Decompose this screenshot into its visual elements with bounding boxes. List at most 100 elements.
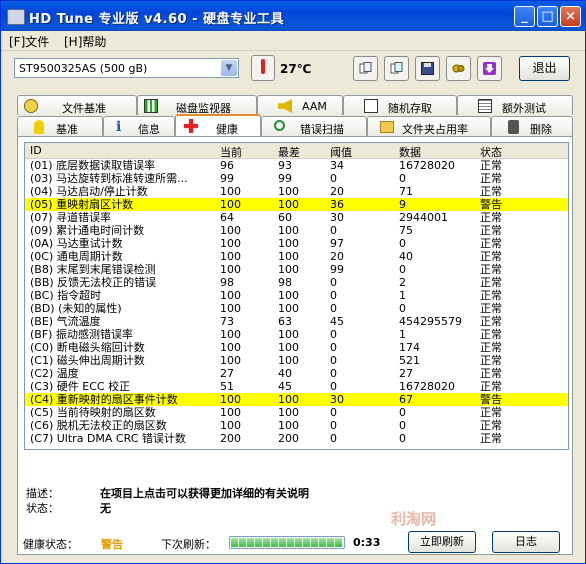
cell-thr: 0 [330, 367, 337, 380]
table-row[interactable]: (BD) (未知的属性) 100 100 0 0 正常 [25, 302, 568, 315]
table-row[interactable]: (0C) 通电周期计数 100 100 20 40 正常 [25, 250, 568, 263]
column-worst[interactable]: 最差 [278, 144, 300, 160]
smart-attributes-table[interactable]: ID 当前 最差 阈值 数据 状态 (01) 底层数据读取错误率 96 93 34 16… [24, 142, 569, 450]
cell-status: 正常 [480, 432, 502, 445]
cell-thr: 97 [330, 237, 344, 250]
cell-status: 正常 [480, 211, 502, 224]
tab-extra-tests[interactable]: 额外测试 [457, 95, 573, 115]
cell-worst: 100 [278, 419, 299, 432]
tab-disk-monitor[interactable]: 磁盘监视器 [137, 95, 257, 115]
copy-screen-button[interactable] [384, 56, 409, 81]
table-row[interactable]: (03) 马达旋转到标准转速所需... 99 99 0 0 正常 [25, 172, 568, 185]
table-row[interactable]: (07) 寻道错误率 64 60 30 2944001 正常 [25, 211, 568, 224]
tab-file-benchmark[interactable]: 文件基准 [17, 95, 137, 115]
cell-data: 27 [399, 367, 413, 380]
table-row[interactable]: (C4) 重新映射的扇区事件计数 100 100 30 67 警告 [25, 393, 568, 406]
table-row[interactable]: (04) 马达启动/停止计数 100 100 20 71 正常 [25, 185, 568, 198]
table-row[interactable]: (C6) 脱机无法校正的扇区数 100 100 0 0 正常 [25, 419, 568, 432]
table-row[interactable]: (C1) 磁头伸出周期计数 100 100 0 521 正常 [25, 354, 568, 367]
table-row[interactable]: (C7) Ultra DMA CRC 错误计数 200 200 0 0 正常 [25, 432, 568, 445]
minimize-button[interactable]: _ [514, 6, 535, 27]
column-id[interactable]: ID [30, 144, 42, 157]
cell-worst: 100 [278, 198, 299, 211]
progress-segment [247, 538, 254, 547]
tab-folder-usage[interactable]: 文件夹占用率 [367, 116, 491, 136]
column-status[interactable]: 状态 [480, 144, 502, 160]
cell-thr: 30 [330, 393, 344, 406]
table-row[interactable]: (BB) 反馈无法校正的错误 98 98 0 2 正常 [25, 276, 568, 289]
cell-id: (BC) 指令超时 [30, 289, 102, 302]
cell-data: 9 [399, 198, 406, 211]
health-status-value: 警告 [101, 538, 123, 551]
tab-extra-tests-label: 额外测试 [502, 102, 546, 115]
save-button[interactable] [415, 56, 440, 81]
table-row[interactable]: (05) 重映射扇区计数 100 100 36 9 警告 [25, 198, 568, 211]
drive-select[interactable]: ST9500325AS (500 gB) ▼ [14, 58, 239, 78]
health-status-label: 健康状态： [23, 538, 78, 551]
cell-data: 0 [399, 406, 406, 419]
cell-status: 正常 [480, 250, 502, 263]
cell-cur: 100 [220, 406, 241, 419]
health-panel: ID 当前 最差 阈值 数据 状态 (01) 底层数据读取错误率 96 93 34 16… [17, 136, 573, 555]
table-row[interactable]: (C2) 温度 27 40 0 27 正常 [25, 367, 568, 380]
cell-cur: 100 [220, 354, 241, 367]
table-row[interactable]: (BF) 振动感测错误率 100 100 0 1 正常 [25, 328, 568, 341]
status-label: 状态： [26, 502, 59, 515]
cell-data: 75 [399, 224, 413, 237]
table-row[interactable]: (0A) 马达重试计数 100 100 97 0 正常 [25, 237, 568, 250]
exit-button[interactable]: 退出 [519, 56, 570, 81]
hd-tune-app-icon [7, 9, 25, 25]
tab-error-scan[interactable]: 错误扫描 [261, 116, 367, 136]
menu-bar: [F]文件 [H]帮助 [1, 31, 585, 51]
cell-id: (C4) 重新映射的扇区事件计数 [30, 393, 178, 406]
menu-help[interactable]: [H]帮助 [64, 33, 106, 50]
cell-status: 正常 [480, 315, 502, 328]
cell-status: 正常 [480, 172, 502, 185]
cell-thr: 34 [330, 159, 344, 172]
progress-segment [311, 538, 318, 547]
chevron-down-icon[interactable]: ▼ [221, 60, 237, 76]
watermark-text: 利淘网 [391, 510, 437, 528]
column-threshold[interactable]: 阈值 [330, 144, 352, 160]
tab-info[interactable]: i 信息 [103, 116, 175, 136]
tab-benchmark[interactable]: 基准 [17, 116, 103, 136]
cell-status: 正常 [480, 185, 502, 198]
table-row[interactable]: (BC) 指令超时 100 100 0 1 正常 [25, 289, 568, 302]
table-header: ID 当前 最差 阈值 数据 状态 [25, 143, 568, 159]
refresh-now-button[interactable]: 立即刷新 [408, 531, 476, 553]
cell-worst: 100 [278, 250, 299, 263]
progress-segment [335, 538, 342, 547]
column-current[interactable]: 当前 [220, 144, 242, 160]
tab-aam[interactable]: AAM [257, 95, 343, 115]
tab-random-access[interactable]: 随机存取 [343, 95, 457, 115]
table-row[interactable]: (09) 累计通电时间计数 100 100 0 75 正常 [25, 224, 568, 237]
table-row[interactable]: (C5) 当前待映射的扇区数 100 100 0 0 正常 [25, 406, 568, 419]
table-row[interactable]: (01) 底层数据读取错误率 96 93 34 16728020 正常 [25, 159, 568, 172]
download-button[interactable] [477, 56, 502, 81]
cell-data: 0 [399, 432, 406, 445]
cell-id: (C5) 当前待映射的扇区数 [30, 406, 156, 419]
table-row[interactable]: (C0) 断电磁头缩回计数 100 100 0 174 正常 [25, 341, 568, 354]
options-button[interactable] [446, 56, 471, 81]
table-row[interactable]: (BE) 气流温度 73 63 45 454295579 正常 [25, 315, 568, 328]
copy-info-button[interactable] [353, 56, 378, 81]
title-bar[interactable]: HD Tune 专业版 v4.60 - 硬盘专业工具 _ □ × [1, 1, 585, 31]
speaker-icon [278, 99, 292, 113]
extra-tests-icon [478, 99, 492, 113]
cell-id: (C0) 断电磁头缩回计数 [30, 341, 145, 354]
tab-erase[interactable]: 删除 [491, 116, 573, 136]
table-row[interactable]: (C3) 硬件 ECC 校正 51 45 0 16728020 正常 [25, 380, 568, 393]
cell-status: 警告 [480, 393, 502, 406]
cell-cur: 100 [220, 419, 241, 432]
log-button[interactable]: 日志 [492, 531, 560, 553]
table-row[interactable]: (B8) 末尾到末尾错误检测 100 100 99 0 正常 [25, 263, 568, 276]
maximize-button[interactable]: □ [537, 6, 558, 27]
cell-id: (BE) 气流温度 [30, 315, 101, 328]
menu-file[interactable]: [F]文件 [9, 33, 49, 50]
tab-health[interactable]: 健康 [175, 114, 261, 136]
cell-id: (07) 寻道错误率 [30, 211, 112, 224]
column-data[interactable]: 数据 [399, 144, 421, 160]
cell-cur: 100 [220, 302, 241, 315]
options-icon [452, 64, 465, 73]
close-button[interactable]: × [560, 6, 581, 27]
